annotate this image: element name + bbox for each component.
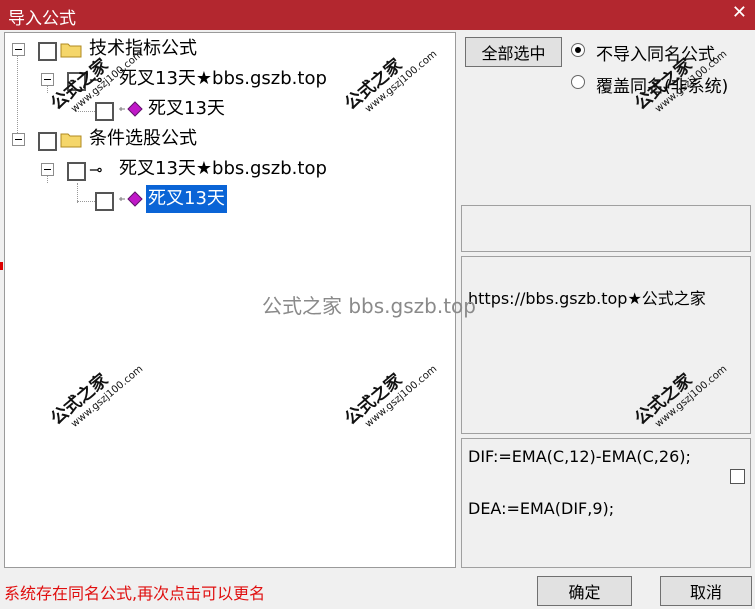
item-checkbox[interactable] xyxy=(95,192,114,211)
folder-icon xyxy=(60,39,82,67)
collapse-icon[interactable] xyxy=(41,73,54,86)
cancel-button[interactable]: 取消 xyxy=(660,576,752,606)
group-checkbox[interactable] xyxy=(38,132,57,151)
tree-item-label: 死叉13天 xyxy=(148,98,225,119)
empty-field xyxy=(461,205,751,252)
edge-marker xyxy=(0,262,3,270)
folder-icon xyxy=(60,129,82,157)
tree-group-indicators[interactable]: 技术指标公式 xyxy=(5,35,445,63)
key-icon: ⊸ xyxy=(89,70,103,89)
code-line: DEA:=EMA(DIF,9); xyxy=(468,499,615,518)
tree-formula-label: 死叉13天★bbs.gszb.top xyxy=(119,68,327,89)
select-all-button[interactable]: 全部选中 xyxy=(465,37,562,67)
title-bar: 导入公式 ✕ xyxy=(0,0,755,30)
description-panel: https://bbs.gszb.top★公式之家 xyxy=(461,256,751,434)
tree-group-label: 技术指标公式 xyxy=(89,38,197,59)
code-checkbox[interactable] xyxy=(730,469,745,484)
window-title: 导入公式 xyxy=(8,9,76,29)
radio-no-import[interactable] xyxy=(571,43,585,57)
collapse-icon[interactable] xyxy=(41,163,54,176)
key-icon: ⊸ xyxy=(89,160,103,179)
code-line: DIF:=EMA(C,12)-EMA(C,26); xyxy=(468,447,691,466)
tree-item-conditions[interactable]: 死叉13天 xyxy=(5,185,445,213)
center-watermark: 公式之家 bbs.gszb.top xyxy=(262,294,476,318)
formula-checkbox[interactable] xyxy=(67,162,86,181)
ok-button[interactable]: 确定 xyxy=(537,576,632,606)
tree-formula-conditions[interactable]: ⊸ 死叉13天★bbs.gszb.top xyxy=(5,155,445,183)
radio-no-import-label: 不导入同名公式 xyxy=(596,45,715,65)
collapse-icon[interactable] xyxy=(12,133,25,146)
tree-formula-indicators[interactable]: ⊸ 死叉13天★bbs.gszb.top xyxy=(5,65,445,93)
tree-item-indicators[interactable]: 死叉13天 xyxy=(5,95,445,123)
formula-checkbox[interactable] xyxy=(67,72,86,91)
group-checkbox[interactable] xyxy=(38,42,57,61)
radio-overwrite[interactable] xyxy=(571,75,585,89)
code-panel[interactable]: DIF:=EMA(C,12)-EMA(C,26); DEA:=EMA(DIF,9… xyxy=(461,438,751,568)
status-message: 系统存在同名公式,再次点击可以更名 xyxy=(4,584,266,603)
gem-icon xyxy=(117,185,145,222)
close-icon[interactable]: ✕ xyxy=(732,2,747,23)
item-checkbox[interactable] xyxy=(95,102,114,121)
tree-group-conditions[interactable]: 条件选股公式 xyxy=(5,125,445,153)
tree-group-label: 条件选股公式 xyxy=(89,128,197,149)
description-text: https://bbs.gszb.top★公式之家 xyxy=(468,289,706,308)
tree-formula-label: 死叉13天★bbs.gszb.top xyxy=(119,158,327,179)
radio-overwrite-label: 覆盖同名(非系统) xyxy=(596,77,729,97)
tree-item-label-selected: 死叉13天 xyxy=(146,185,227,213)
collapse-icon[interactable] xyxy=(12,43,25,56)
